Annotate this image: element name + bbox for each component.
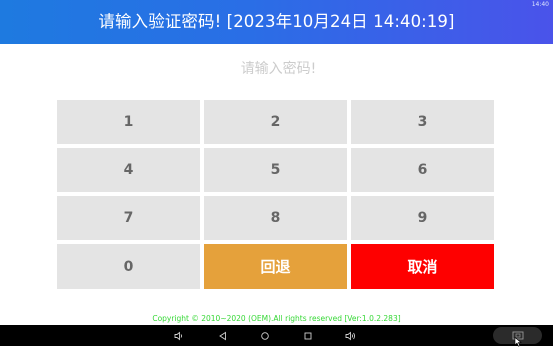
key-1[interactable]: 1 bbox=[57, 100, 200, 144]
key-9[interactable]: 9 bbox=[351, 196, 494, 240]
password-input[interactable] bbox=[150, 56, 407, 82]
backspace-button[interactable]: 回退 bbox=[204, 244, 347, 289]
volume-down-icon[interactable] bbox=[170, 325, 188, 346]
key-7[interactable]: 7 bbox=[57, 196, 200, 240]
key-6[interactable]: 6 bbox=[351, 148, 494, 192]
volume-up-icon[interactable] bbox=[341, 325, 359, 346]
page-title: 请输入验证密码! [2023年10月24日 14:40:19] bbox=[98, 12, 455, 31]
key-5[interactable]: 5 bbox=[204, 148, 347, 192]
key-2[interactable]: 2 bbox=[204, 100, 347, 144]
navigation-bar bbox=[0, 325, 553, 346]
back-icon[interactable] bbox=[214, 325, 232, 346]
key-4[interactable]: 4 bbox=[57, 148, 200, 192]
cancel-button[interactable]: 取消 bbox=[351, 244, 494, 289]
key-0[interactable]: 0 bbox=[57, 244, 200, 289]
recents-icon[interactable] bbox=[299, 325, 317, 346]
copyright-text: Copyright © 2010~2020 (OEM).All rights r… bbox=[152, 314, 401, 323]
home-icon[interactable] bbox=[256, 325, 274, 346]
status-bar-time: 14:40 bbox=[531, 1, 549, 8]
key-8[interactable]: 8 bbox=[204, 196, 347, 240]
keypad: 1 2 3 4 5 6 7 8 9 0 回退 取消 bbox=[57, 100, 495, 289]
title-bar: 请输入验证密码! [2023年10月24日 14:40:19] 14:40 bbox=[0, 0, 553, 44]
key-3[interactable]: 3 bbox=[351, 100, 494, 144]
